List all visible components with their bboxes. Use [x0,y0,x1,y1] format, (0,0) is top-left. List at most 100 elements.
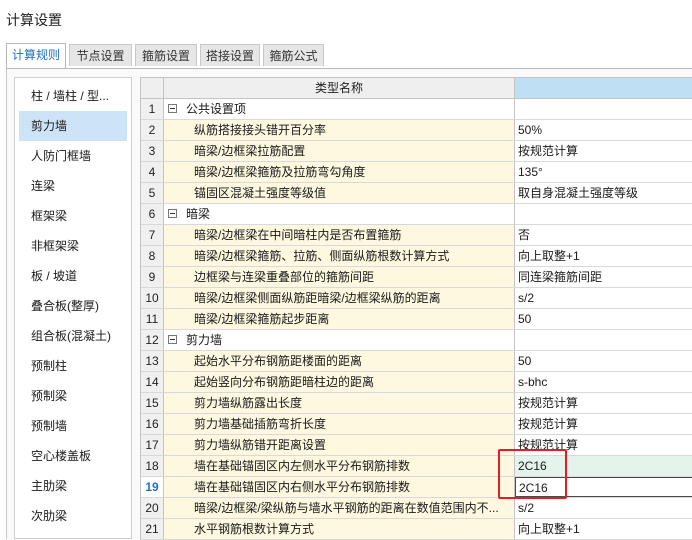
setting-name-cell: 起始水平分布钢筋距楼面的距离 [164,351,515,371]
table-row[interactable]: 8 暗梁/边框梁箍筋、拉筋、侧面纵筋根数计算方式 向上取整+1 [141,246,692,267]
setting-value-cell[interactable]: 按规范计算 [515,141,692,161]
table-row[interactable]: 15 剪力墙纵筋露出长度 按规范计算 [141,393,692,414]
setting-name: 墙在基础锚固区内左侧水平分布钢筋排数 [194,459,411,473]
table-row[interactable]: 20 暗梁/边框梁/梁纵筋与墙水平钢筋的距离在数值范围内不... s/2 [141,498,692,519]
setting-value-cell[interactable]: 2C16 [515,456,692,476]
row-number: 5 [141,183,164,203]
sidebar-item-secondary-rib-beam[interactable]: 次肋梁 [19,501,127,531]
setting-value-cell[interactable]: s/2 [515,498,692,518]
sidebar-item-composite-slab-full[interactable]: 叠合板(整厚) [19,291,127,321]
collapse-icon[interactable] [168,335,177,344]
setting-name-cell: 纵筋搭接接头错开百分率 [164,120,515,140]
table-row[interactable]: 14 起始竖向分布钢筋距暗柱边的距离 s-bhc [141,372,692,393]
setting-name: 公共设置项 [186,102,247,116]
setting-name-cell: 暗梁/边框梁箍筋及拉筋弯勾角度 [164,162,515,182]
window-title: 计算设置 [6,12,62,28]
setting-value-cell[interactable]: 同连梁箍筋间距 [515,267,692,287]
table-row[interactable]: 11 暗梁/边框梁箍筋起步距离 50 [141,309,692,330]
table-row[interactable]: 9 边框梁与连梁重叠部位的箍筋间距 同连梁箍筋间距 [141,267,692,288]
setting-name-cell: 墙在基础锚固区内右侧水平分布钢筋排数 [164,477,515,497]
row-number: 20 [141,498,164,518]
table-row[interactable]: 7 暗梁/边框梁在中间暗柱内是否布置箍筋 否 [141,225,692,246]
table-row[interactable]: 18 墙在基础锚固区内左侧水平分布钢筋排数 2C16 [141,456,692,477]
setting-value-cell [515,99,692,119]
setting-name: 锚固区混凝土强度等级值 [194,186,327,200]
setting-value-cell[interactable]: 50 [515,351,692,371]
setting-value-cell[interactable]: 否 [515,225,692,245]
setting-name-cell: 边框梁与连梁重叠部位的箍筋间距 [164,267,515,287]
row-number: 10 [141,288,164,308]
sidebar-item-precast-column[interactable]: 预制柱 [19,351,127,381]
setting-value-cell[interactable]: 按规范计算 [515,435,692,455]
setting-name: 起始竖向分布钢筋距暗柱边的距离 [194,375,375,389]
sidebar-item-precast-beam[interactable]: 预制梁 [19,381,127,411]
header-value [515,78,692,98]
sidebar-item-slab-ramp[interactable]: 板 / 坡道 [19,261,127,291]
tab-stirrup-settings[interactable]: 箍筋设置 [135,44,197,66]
table-row[interactable]: 5 锚固区混凝土强度等级值 取自身混凝土强度等级 [141,183,692,204]
setting-value-cell[interactable]: 50% [515,120,692,140]
tab-calc-rules[interactable]: 计算规则 [6,43,66,68]
group-name-cell: 剪力墙 [164,330,515,350]
sidebar-item-coupling-beam[interactable]: 连梁 [19,171,127,201]
row-number: 12 [141,330,164,350]
setting-name: 暗梁/边框梁拉筋配置 [194,144,306,158]
setting-value-cell [515,330,692,350]
table-row[interactable]: 17 剪力墙纵筋错开距离设置 按规范计算 [141,435,692,456]
group-row[interactable]: 1 公共设置项 [141,99,692,120]
row-number: 13 [141,351,164,371]
setting-name: 暗梁/边框梁箍筋及拉筋弯勾角度 [194,165,366,179]
setting-value-cell[interactable]: 2C16 [515,477,692,497]
group-name-cell: 公共设置项 [164,99,515,119]
table-row[interactable]: 16 剪力墙基础插筋弯折长度 按规范计算 [141,414,692,435]
collapse-icon[interactable] [168,209,177,218]
setting-name-cell: 暗梁/边框梁侧面纵筋距暗梁/边框梁纵筋的距离 [164,288,515,308]
setting-name: 暗梁/边框梁侧面纵筋距暗梁/边框梁纵筋的距离 [194,291,441,305]
row-number: 16 [141,414,164,434]
setting-name-cell: 暗梁/边框梁在中间暗柱内是否布置箍筋 [164,225,515,245]
setting-value-cell[interactable]: 按规范计算 [515,393,692,413]
sidebar-item-hollow-floor-slab[interactable]: 空心楼盖板 [19,441,127,471]
sidebar-item-precast-wall[interactable]: 预制墙 [19,411,127,441]
table-row[interactable]: 2 纵筋搭接接头错开百分率 50% [141,120,692,141]
sidebar-item-frame-beam[interactable]: 框架梁 [19,201,127,231]
group-row[interactable]: 6 暗梁 [141,204,692,225]
row-number: 8 [141,246,164,266]
setting-value-cell[interactable]: 向上取整+1 [515,246,692,266]
setting-value-cell[interactable]: 135° [515,162,692,182]
sidebar-item-shear-wall[interactable]: 剪力墙 [19,111,127,141]
setting-value-cell[interactable]: s-bhc [515,372,692,392]
tab-node-settings[interactable]: 节点设置 [69,44,132,66]
setting-value-cell[interactable]: 按规范计算 [515,414,692,434]
component-type-list[interactable]: 柱 / 墙柱 / 型... 剪力墙 人防门框墙 连梁 框架梁 非框架梁 板 / … [14,77,132,539]
sidebar-item-non-frame-beam[interactable]: 非框架梁 [19,231,127,261]
row-number: 21 [141,519,164,539]
collapse-icon[interactable] [168,104,177,113]
setting-name: 纵筋搭接接头错开百分率 [194,123,327,137]
row-number: 6 [141,204,164,224]
setting-name-cell: 锚固区混凝土强度等级值 [164,183,515,203]
sidebar-item-civil-defense-door-wall[interactable]: 人防门框墙 [19,141,127,171]
table-row[interactable]: 3 暗梁/边框梁拉筋配置 按规范计算 [141,141,692,162]
setting-name: 暗梁/边框梁箍筋、拉筋、侧面纵筋根数计算方式 [194,249,450,263]
row-number: 17 [141,435,164,455]
setting-value-cell[interactable]: 取自身混凝土强度等级 [515,183,692,203]
row-number: 9 [141,267,164,287]
row-number: 11 [141,309,164,329]
table-row[interactable]: 21 水平钢筋根数计算方式 向上取整+1 [141,519,692,540]
sidebar-item-composite-slab-concrete[interactable]: 组合板(混凝土) [19,321,127,351]
setting-value-cell[interactable]: 50 [515,309,692,329]
table-row[interactable]: 13 起始水平分布钢筋距楼面的距离 50 [141,351,692,372]
table-row[interactable]: 10 暗梁/边框梁侧面纵筋距暗梁/边框梁纵筋的距离 s/2 [141,288,692,309]
setting-value-cell[interactable]: 向上取整+1 [515,519,692,539]
table-row[interactable]: 19 墙在基础锚固区内右侧水平分布钢筋排数 2C16 [141,477,692,498]
setting-value-cell[interactable]: s/2 [515,288,692,308]
setting-value-cell [515,204,692,224]
sidebar-item-main-rib-beam[interactable]: 主肋梁 [19,471,127,501]
tab-lap-settings[interactable]: 搭接设置 [200,44,260,66]
group-row[interactable]: 12 剪力墙 [141,330,692,351]
setting-name-cell: 起始竖向分布钢筋距暗柱边的距离 [164,372,515,392]
sidebar-item-column[interactable]: 柱 / 墙柱 / 型... [19,81,127,111]
table-row[interactable]: 4 暗梁/边框梁箍筋及拉筋弯勾角度 135° [141,162,692,183]
tab-stirrup-formula[interactable]: 箍筋公式 [263,44,324,66]
